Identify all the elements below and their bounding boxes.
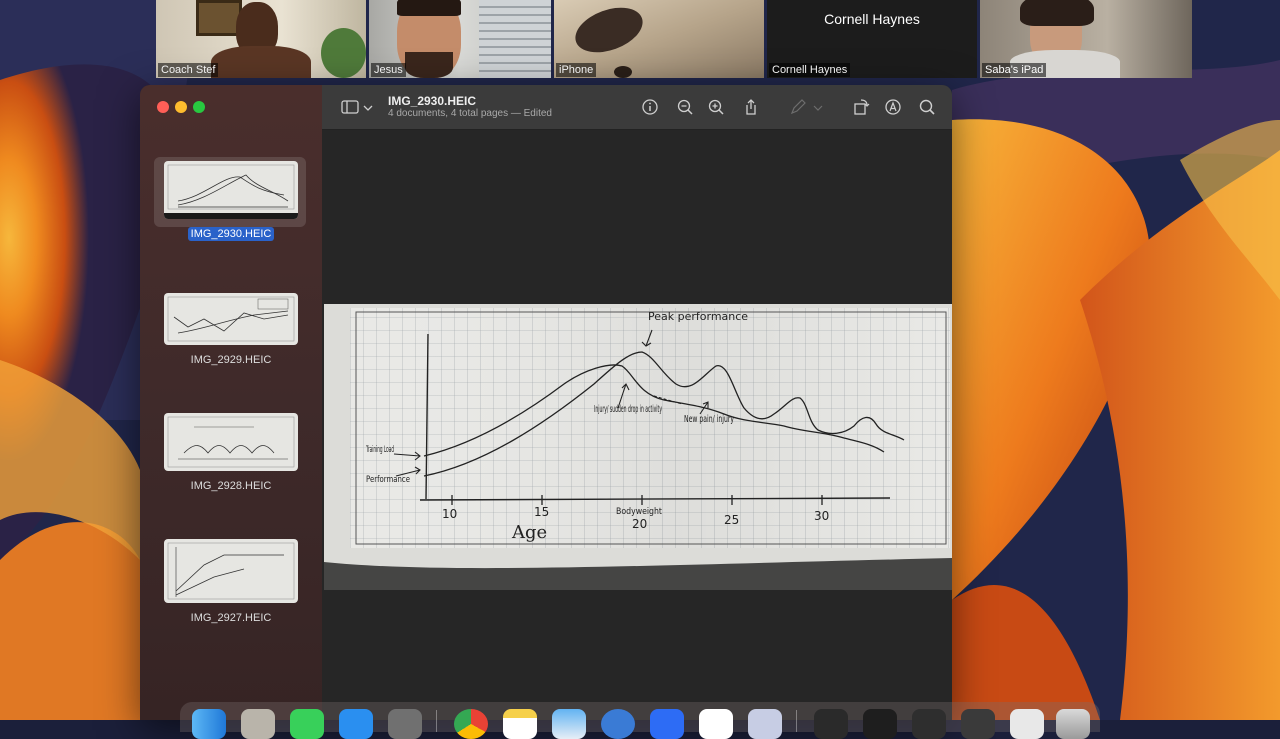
annotation-new-pain: New pain/ injury	[684, 414, 734, 425]
document-title: IMG_2930.HEIC	[388, 94, 477, 108]
notes-icon[interactable]	[503, 709, 537, 739]
annotate-icon[interactable]	[883, 97, 903, 117]
minimize-button[interactable]	[175, 101, 187, 113]
hand-drawn-graph: Peak performance Injury/ sudden drop in …	[324, 304, 952, 590]
thumbnail-image	[164, 413, 298, 471]
thumbnail-label: IMG_2929.HEIC	[190, 354, 272, 366]
participant-name: Saba's iPad	[982, 63, 1047, 77]
thumbnail-label: IMG_2927.HEIC	[190, 612, 272, 624]
x-tick-label: 10	[442, 507, 457, 521]
thumbnail-image	[164, 161, 298, 219]
rotate-icon[interactable]	[851, 97, 871, 117]
window-thumbnail-icon[interactable]	[961, 709, 995, 739]
window-thumbnail-icon[interactable]	[863, 709, 897, 739]
share-icon[interactable]	[741, 97, 761, 117]
annotation-training-load: Training Load	[366, 445, 394, 455]
thumbnail-label: IMG_2930.HEIC	[187, 227, 275, 241]
participant-display-name: Cornell Haynes	[824, 11, 920, 27]
x-tick-label: 15	[534, 505, 549, 519]
video-participants-strip: Coach Stef Jesus iPhone Cornell Haynes C…	[156, 0, 1222, 78]
dock-divider	[436, 710, 437, 732]
annotation-injury: Injury/ sudden drop in activity	[594, 404, 662, 415]
participant-tile[interactable]: Coach Stef	[156, 0, 366, 78]
preview-toolbar: IMG_2930.HEIC 4 documents, 4 total pages…	[322, 85, 952, 130]
participant-name: Cornell Haynes	[769, 63, 851, 77]
x-tick-label: 30	[814, 509, 829, 523]
messages-icon[interactable]	[290, 709, 324, 739]
participant-tile[interactable]: Jesus	[369, 0, 551, 78]
participant-tile[interactable]: iPhone	[554, 0, 764, 78]
markup-icon[interactable]	[788, 97, 808, 117]
participant-tile[interactable]: Saba's iPad	[980, 0, 1192, 78]
x-tick-label: 20	[632, 517, 647, 531]
document-canvas[interactable]: Peak performance Injury/ sudden drop in …	[322, 130, 952, 720]
annotation-peak: Peak performance	[648, 310, 748, 323]
participant-tile[interactable]: Cornell Haynes Cornell Haynes	[767, 0, 977, 78]
window-thumbnail-icon[interactable]	[1010, 709, 1044, 739]
slack-icon[interactable]	[699, 709, 733, 739]
info-icon[interactable]	[640, 97, 660, 117]
participant-name: iPhone	[556, 63, 597, 77]
x-axis-label: Age	[511, 522, 547, 543]
chevron-down-icon[interactable]	[812, 97, 824, 117]
zoom-in-icon[interactable]	[706, 97, 726, 117]
participant-name: Jesus	[371, 63, 406, 77]
thumbnail-image	[164, 539, 298, 603]
participant-name: Coach Stef	[158, 63, 219, 77]
zoom-button[interactable]	[193, 101, 205, 113]
close-button[interactable]	[157, 101, 169, 113]
chevron-down-icon[interactable]	[362, 97, 374, 117]
trash-icon[interactable]	[1056, 709, 1090, 739]
preview-icon[interactable]	[552, 709, 586, 739]
search-icon[interactable]	[917, 97, 937, 117]
thumbnail-item[interactable]: IMG_2930.HEIC	[140, 161, 322, 242]
thumbnail-image	[164, 293, 298, 345]
document-subtitle: 4 documents, 4 total pages — Edited	[388, 108, 552, 119]
annotation-scribble: Bodyweight	[616, 507, 662, 517]
annotation-performance: Performance	[366, 475, 410, 485]
thumbnail-label: IMG_2928.HEIC	[190, 480, 272, 492]
window-thumbnail-icon[interactable]	[912, 709, 946, 739]
thumbnail-item[interactable]: IMG_2929.HEIC	[140, 293, 322, 368]
plant	[321, 28, 366, 78]
thumbnail-item[interactable]: IMG_2928.HEIC	[140, 413, 322, 494]
finder-icon[interactable]	[192, 709, 226, 739]
launchpad-icon[interactable]	[241, 709, 275, 739]
app-store-icon[interactable]	[339, 709, 373, 739]
safari-icon[interactable]	[601, 709, 635, 739]
zoom-out-icon[interactable]	[675, 97, 695, 117]
preview-window: IMG_2930.HEIC IMG_2929.HEIC IMG_2928.HEI…	[140, 85, 952, 720]
dock-divider	[796, 710, 797, 732]
thumbnail-sidebar: IMG_2930.HEIC IMG_2929.HEIC IMG_2928.HEI…	[140, 85, 322, 720]
zoom-icon[interactable]	[650, 709, 684, 739]
chrome-icon[interactable]	[454, 709, 488, 739]
dock	[180, 702, 1100, 739]
system-settings-icon[interactable]	[388, 709, 422, 739]
sketch-photo: Peak performance Injury/ sudden drop in …	[324, 304, 952, 590]
window-thumbnail-icon[interactable]	[814, 709, 848, 739]
files-icon[interactable]	[748, 709, 782, 739]
thumbnail-item[interactable]: IMG_2927.HEIC	[140, 539, 322, 626]
x-tick-label: 25	[724, 513, 739, 527]
sidebar-toggle-icon[interactable]	[340, 97, 360, 117]
